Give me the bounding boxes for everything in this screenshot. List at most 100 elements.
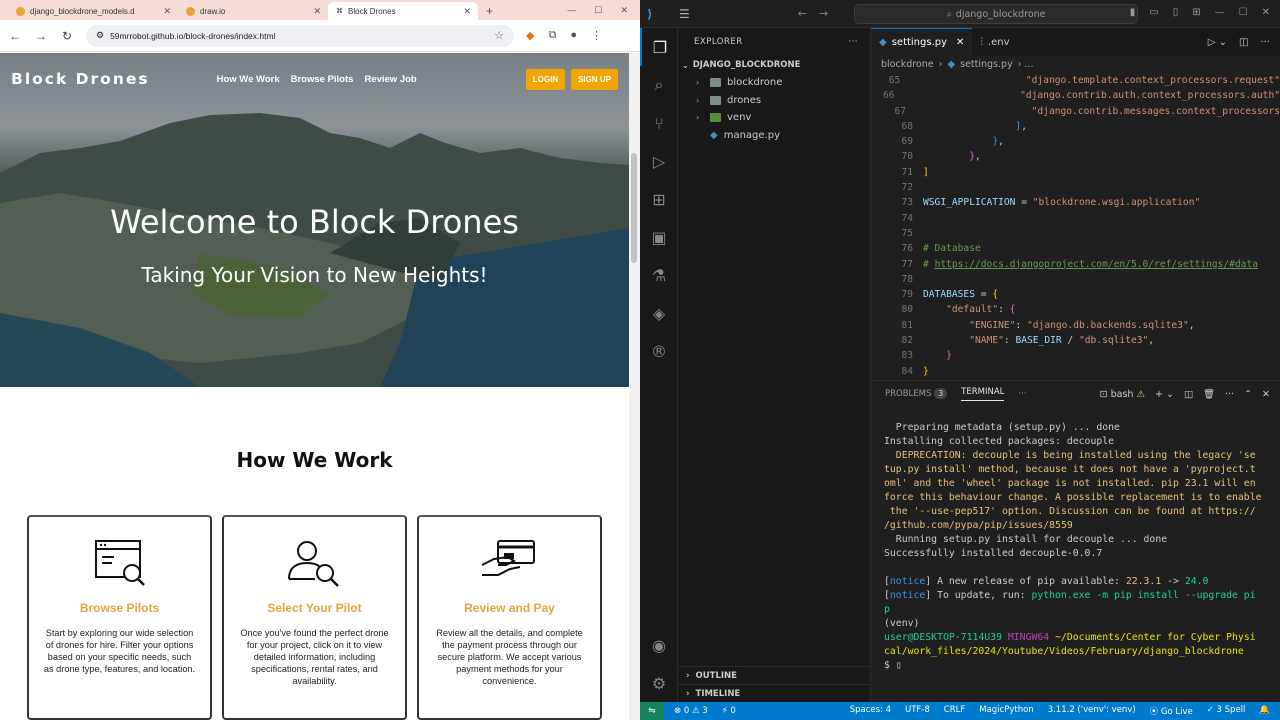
card-review-pay: Review and Pay Review all the details, a… [417, 515, 602, 720]
more-actions-icon[interactable]: ··· [1018, 389, 1026, 399]
source-control-icon[interactable]: ⑂ [640, 104, 678, 142]
toggle-panel-icon[interactable]: ▭ [1149, 7, 1158, 18]
menu-dots-icon[interactable]: ⋮ [591, 29, 602, 42]
site-info-icon[interactable]: ⚙ [96, 30, 104, 41]
maximize-icon[interactable]: ☐ [1239, 7, 1248, 18]
signup-button[interactable]: SIGN UP [571, 68, 618, 90]
url-field[interactable]: ⚙ 59mrrobot.github.io/block-drones/index… [86, 24, 514, 47]
folder-icon [710, 95, 721, 105]
language-status[interactable]: MagicPython [979, 705, 1033, 717]
timeline-section[interactable]: › TIMELINE [678, 684, 870, 702]
r-extension-icon[interactable]: ® [640, 332, 678, 370]
tab-terminal[interactable]: TERMINAL [961, 387, 1005, 401]
encoding-status[interactable]: UTF-8 [905, 705, 930, 717]
hero-subtitle: Taking Your Vision to New Heights! [141, 263, 488, 287]
extensions-icon[interactable]: ⊞ [640, 180, 678, 218]
tree-item-manage-py[interactable]: ◆ manage.py [678, 127, 870, 145]
testing-flask-icon[interactable]: ⚗ [640, 256, 678, 294]
nav-how-we-work[interactable]: How We Work [217, 74, 280, 85]
layout-icon[interactable]: ⊞ [1192, 7, 1200, 18]
search-icon: ⌕ [946, 8, 952, 20]
page-scrollbar[interactable] [629, 53, 640, 720]
site-brand[interactable]: Block Drones [11, 70, 150, 88]
new-terminal-icon[interactable]: + ⌄ [1155, 389, 1174, 400]
nav-review-job[interactable]: Review Job [364, 74, 416, 85]
run-icon[interactable]: ▷ ⌄ [1208, 37, 1227, 48]
hamburger-menu-icon[interactable]: ☰ [679, 7, 690, 21]
maximize-icon[interactable]: ☐ [594, 5, 602, 16]
problems-status[interactable]: ⊗ 0 ⚠ 3 [674, 706, 708, 716]
close-icon[interactable]: ✕ [620, 5, 628, 16]
python-file-icon: ◆ [710, 129, 718, 141]
remote-indicator-icon[interactable]: ⇋ [640, 702, 664, 720]
ports-status[interactable]: ⚡ 0 [722, 706, 736, 716]
scrollbar-thumb[interactable] [631, 153, 637, 263]
tree-item-blockdrone[interactable]: › blockdrone [678, 74, 870, 92]
more-actions-icon[interactable]: ··· [1260, 37, 1270, 48]
activity-bar: ❐ ⌕ ⑂ ▷ ⊞ ▣ ⚗ ◈ ® ◉ ⚙ [640, 28, 678, 702]
split-terminal-icon[interactable]: ◫ [1184, 389, 1193, 400]
drawio-favicon-icon [186, 6, 195, 16]
close-tab-icon[interactable]: ✕ [313, 6, 321, 17]
indentation-status[interactable]: Spaces: 4 [850, 705, 891, 717]
new-tab-button[interactable]: + [478, 2, 501, 20]
outline-section[interactable]: › OUTLINE [678, 666, 870, 684]
gear-icon[interactable]: ⚙ [640, 664, 678, 702]
explorer-files-icon[interactable]: ❐ [640, 28, 678, 66]
spell-status[interactable]: ✓ 3 Spell [1207, 705, 1246, 717]
card-text: Start by exploring our wide selection of… [43, 628, 196, 674]
extensions-icon[interactable]: ⧉ [548, 29, 556, 42]
remote-explorer-icon[interactable]: ▣ [640, 218, 678, 256]
search-icon[interactable]: ⌕ [640, 66, 678, 104]
notifications-icon[interactable]: 🔔 [1259, 705, 1270, 717]
toggle-secondary-icon[interactable]: ▯ [1173, 7, 1179, 18]
more-actions-icon[interactable]: ··· [1225, 389, 1234, 400]
metamask-icon[interactable]: ◆ [526, 29, 534, 42]
account-icon[interactable]: ◉ [640, 626, 678, 664]
code-editor[interactable]: ◆ settings.py ✕ ⫶ .env ▷ ⌄ ◫ ··· blockdrone › ◆… [871, 28, 1280, 380]
terminal-output[interactable]: Preparing metadata (setup.py) ... done I… [871, 407, 1280, 673]
back-icon[interactable]: ← [8, 29, 22, 43]
browser-search-icon [94, 540, 145, 586]
tree-item-venv[interactable]: › venv [678, 109, 870, 127]
close-tab-icon[interactable]: ✕ [163, 6, 171, 17]
minimize-icon[interactable]: — [567, 5, 576, 15]
card-title: Select Your Pilot [267, 601, 362, 615]
python-icon[interactable]: ◈ [640, 294, 678, 332]
site-favicon-icon: ⌘ [336, 8, 343, 15]
interpreter-status[interactable]: 3.11.2 ('venv': venv) [1048, 705, 1136, 717]
maximize-panel-icon[interactable]: ⌃ [1244, 389, 1252, 400]
profile-avatar-icon[interactable]: ● [570, 29, 577, 42]
terminal-shell-selector[interactable]: ⊡ bash ⚠ [1100, 389, 1145, 400]
tab-problems[interactable]: PROBLEMS 3 [885, 388, 948, 399]
nav-forward-icon[interactable]: → [819, 7, 828, 20]
close-icon[interactable]: ✕ [1262, 7, 1270, 18]
login-button[interactable]: LOGIN [525, 68, 566, 90]
section-title: How We Work [236, 448, 393, 472]
tab-env[interactable]: ⫶ .env [972, 28, 1017, 56]
tree-item-drones[interactable]: › drones [678, 92, 870, 110]
reload-icon[interactable]: ↻ [60, 29, 74, 43]
close-tab-icon[interactable]: ✕ [463, 6, 471, 17]
tab-block-drones[interactable]: ⌘ Block Drones ✕ [328, 2, 478, 20]
forward-icon[interactable]: → [34, 29, 48, 43]
more-actions-icon[interactable]: ··· [848, 37, 858, 47]
run-debug-icon[interactable]: ▷ [640, 142, 678, 180]
eol-status[interactable]: CRLF [944, 705, 965, 717]
command-center-search[interactable]: ⌕ django_blockdrone [854, 4, 1138, 24]
toggle-sidebar-icon[interactable]: ▮ [1130, 7, 1136, 18]
nav-back-icon[interactable]: ← [798, 7, 807, 20]
tab-drawio[interactable]: draw.io ✕ [178, 2, 328, 20]
nav-browse-pilots[interactable]: Browse Pilots [291, 74, 354, 85]
tab-django-models[interactable]: django_blockdrone_models.d ✕ [8, 2, 178, 20]
close-panel-icon[interactable]: ✕ [1262, 389, 1270, 400]
go-live-button[interactable]: ⦿ Go Live [1150, 705, 1193, 717]
minimize-icon[interactable]: — [1215, 7, 1225, 18]
vscode-titlebar: ⟩ ☰ ← → ⌕ django_blockdrone ▮ ▭ ▯ ⊞ — ☐ ✕ [640, 0, 1280, 28]
project-root[interactable]: ⌄ DJANGO_BLOCKDRONE [678, 56, 870, 74]
split-editor-icon[interactable]: ◫ [1239, 37, 1248, 48]
bookmark-star-icon[interactable]: ☆ [494, 29, 504, 42]
tab-settings-py[interactable]: ◆ settings.py ✕ [871, 28, 973, 56]
trash-icon[interactable]: 🗑 [1203, 389, 1215, 400]
close-tab-icon[interactable]: ✕ [956, 37, 964, 48]
